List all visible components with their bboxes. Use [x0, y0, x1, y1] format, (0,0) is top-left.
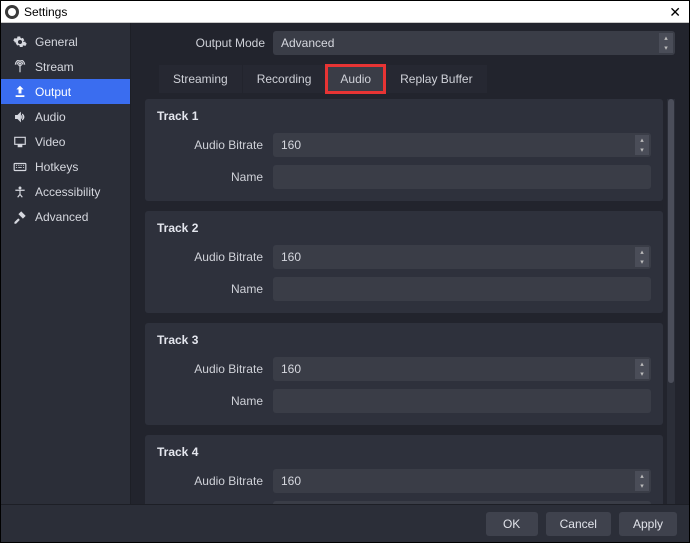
- sidebar-item-audio[interactable]: Audio: [1, 104, 130, 129]
- track-title: Track 4: [157, 445, 651, 459]
- tab-recording[interactable]: Recording: [243, 65, 326, 93]
- scrollbar[interactable]: [667, 99, 675, 504]
- spin-icon[interactable]: ▴▾: [635, 471, 649, 491]
- name-input[interactable]: [273, 501, 651, 504]
- sidebar-item-label: Advanced: [35, 210, 88, 224]
- track-title: Track 2: [157, 221, 651, 235]
- ok-button[interactable]: OK: [486, 512, 538, 536]
- tab-streaming[interactable]: Streaming: [159, 65, 242, 93]
- bitrate-input[interactable]: 160 ▴▾: [273, 133, 651, 157]
- sidebar-item-label: Output: [35, 85, 71, 99]
- tab-replay-buffer[interactable]: Replay Buffer: [386, 65, 487, 93]
- sidebar-item-stream[interactable]: Stream: [1, 54, 130, 79]
- spin-icon[interactable]: ▴▾: [635, 359, 649, 379]
- bitrate-label: Audio Bitrate: [157, 250, 273, 264]
- output-mode-select[interactable]: Advanced ▴▾: [273, 31, 675, 55]
- sidebar-item-label: General: [35, 35, 78, 49]
- sidebar-item-advanced[interactable]: Advanced: [1, 204, 130, 229]
- cancel-button[interactable]: Cancel: [546, 512, 611, 536]
- sidebar-item-label: Hotkeys: [35, 160, 78, 174]
- tabbar: Streaming Recording Audio Replay Buffer: [145, 65, 675, 93]
- antenna-icon: [13, 60, 27, 74]
- monitor-icon: [13, 135, 27, 149]
- track-panel: Track 1 Audio Bitrate 160 ▴▾ Name: [145, 99, 663, 201]
- sidebar-item-label: Audio: [35, 110, 66, 124]
- track-panel: Track 4 Audio Bitrate 160 ▴▾ Name: [145, 435, 663, 504]
- sidebar-item-hotkeys[interactable]: Hotkeys: [1, 154, 130, 179]
- accessibility-icon: [13, 185, 27, 199]
- name-label: Name: [157, 282, 273, 296]
- apply-button[interactable]: Apply: [619, 512, 677, 536]
- name-input[interactable]: [273, 277, 651, 301]
- name-input[interactable]: [273, 165, 651, 189]
- sidebar-item-label: Stream: [35, 60, 74, 74]
- footer: OK Cancel Apply: [1, 504, 689, 542]
- keyboard-icon: [13, 160, 27, 174]
- settings-window: Settings ✕ General Stream Output Audio: [0, 0, 690, 543]
- main: Output Mode Advanced ▴▾ Streaming Record…: [131, 23, 689, 504]
- track-title: Track 1: [157, 109, 651, 123]
- dropdown-spin-icon[interactable]: ▴▾: [659, 33, 673, 53]
- body: General Stream Output Audio Video Hotkey…: [1, 23, 689, 504]
- gear-icon: [13, 35, 27, 49]
- content: Track 1 Audio Bitrate 160 ▴▾ Name: [131, 93, 689, 504]
- titlebar: Settings ✕: [1, 1, 689, 23]
- bitrate-label: Audio Bitrate: [157, 474, 273, 488]
- bitrate-input[interactable]: 160 ▴▾: [273, 469, 651, 493]
- export-icon: [13, 85, 27, 99]
- spin-icon[interactable]: ▴▾: [635, 247, 649, 267]
- bitrate-input[interactable]: 160 ▴▾: [273, 245, 651, 269]
- tab-audio[interactable]: Audio: [326, 65, 385, 93]
- sidebar-item-video[interactable]: Video: [1, 129, 130, 154]
- bitrate-label: Audio Bitrate: [157, 138, 273, 152]
- spin-icon[interactable]: ▴▾: [635, 135, 649, 155]
- scroll-thumb[interactable]: [668, 99, 674, 383]
- close-icon[interactable]: ✕: [665, 5, 685, 19]
- name-label: Name: [157, 170, 273, 184]
- window-title: Settings: [24, 5, 67, 19]
- name-input[interactable]: [273, 389, 651, 413]
- tools-icon: [13, 210, 27, 224]
- sidebar: General Stream Output Audio Video Hotkey…: [1, 23, 131, 504]
- sidebar-item-label: Accessibility: [35, 185, 100, 199]
- sidebar-item-label: Video: [35, 135, 65, 149]
- bitrate-input[interactable]: 160 ▴▾: [273, 357, 651, 381]
- speaker-icon: [13, 110, 27, 124]
- track-title: Track 3: [157, 333, 651, 347]
- output-mode-label: Output Mode: [145, 36, 265, 50]
- output-mode-row: Output Mode Advanced ▴▾: [145, 31, 675, 55]
- bitrate-label: Audio Bitrate: [157, 362, 273, 376]
- track-panel: Track 3 Audio Bitrate 160 ▴▾ Name: [145, 323, 663, 425]
- name-label: Name: [157, 394, 273, 408]
- track-panel: Track 2 Audio Bitrate 160 ▴▾ Name: [145, 211, 663, 313]
- sidebar-item-accessibility[interactable]: Accessibility: [1, 179, 130, 204]
- sidebar-item-general[interactable]: General: [1, 29, 130, 54]
- sidebar-item-output[interactable]: Output: [1, 79, 130, 104]
- top-controls: Output Mode Advanced ▴▾ Streaming Record…: [131, 23, 689, 93]
- app-icon: [5, 5, 19, 19]
- tracks-list: Track 1 Audio Bitrate 160 ▴▾ Name: [145, 99, 663, 504]
